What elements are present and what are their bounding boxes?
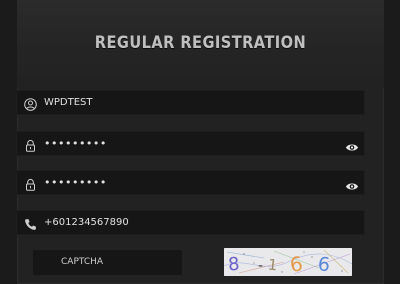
password-field[interactable]: ••••••••• [16,131,365,156]
phone-value: +601234567890 [44,217,129,228]
captcha-graphic: 8 - 1 6 6 [224,248,352,276]
lock-icon [24,176,37,191]
captcha-placeholder: CAPTCHA [61,257,104,267]
svg-text:6: 6 [317,253,331,276]
username-field[interactable]: WPDTEST [16,90,365,115]
eye-icon[interactable] [345,177,359,190]
lock-icon [24,137,37,152]
svg-text:-: - [258,258,263,274]
captcha-image: 8 - 1 6 6 [224,248,352,276]
username-value: WPDTEST [44,97,93,108]
phone-field[interactable]: +601234567890 [16,210,365,235]
form-header: REGULAR REGISTRATION [17,0,384,88]
captcha-input[interactable]: CAPTCHA [33,250,182,275]
form-title: REGULAR REGISTRATION [94,33,307,53]
svg-text:8: 8 [227,254,240,276]
confirm-password-value: ••••••••• [44,176,107,189]
eye-icon[interactable] [345,138,359,151]
phone-icon [24,216,37,230]
confirm-password-field[interactable]: ••••••••• [16,170,365,195]
password-value: ••••••••• [44,137,107,150]
svg-text:1: 1 [267,255,278,274]
user-icon [24,96,37,111]
